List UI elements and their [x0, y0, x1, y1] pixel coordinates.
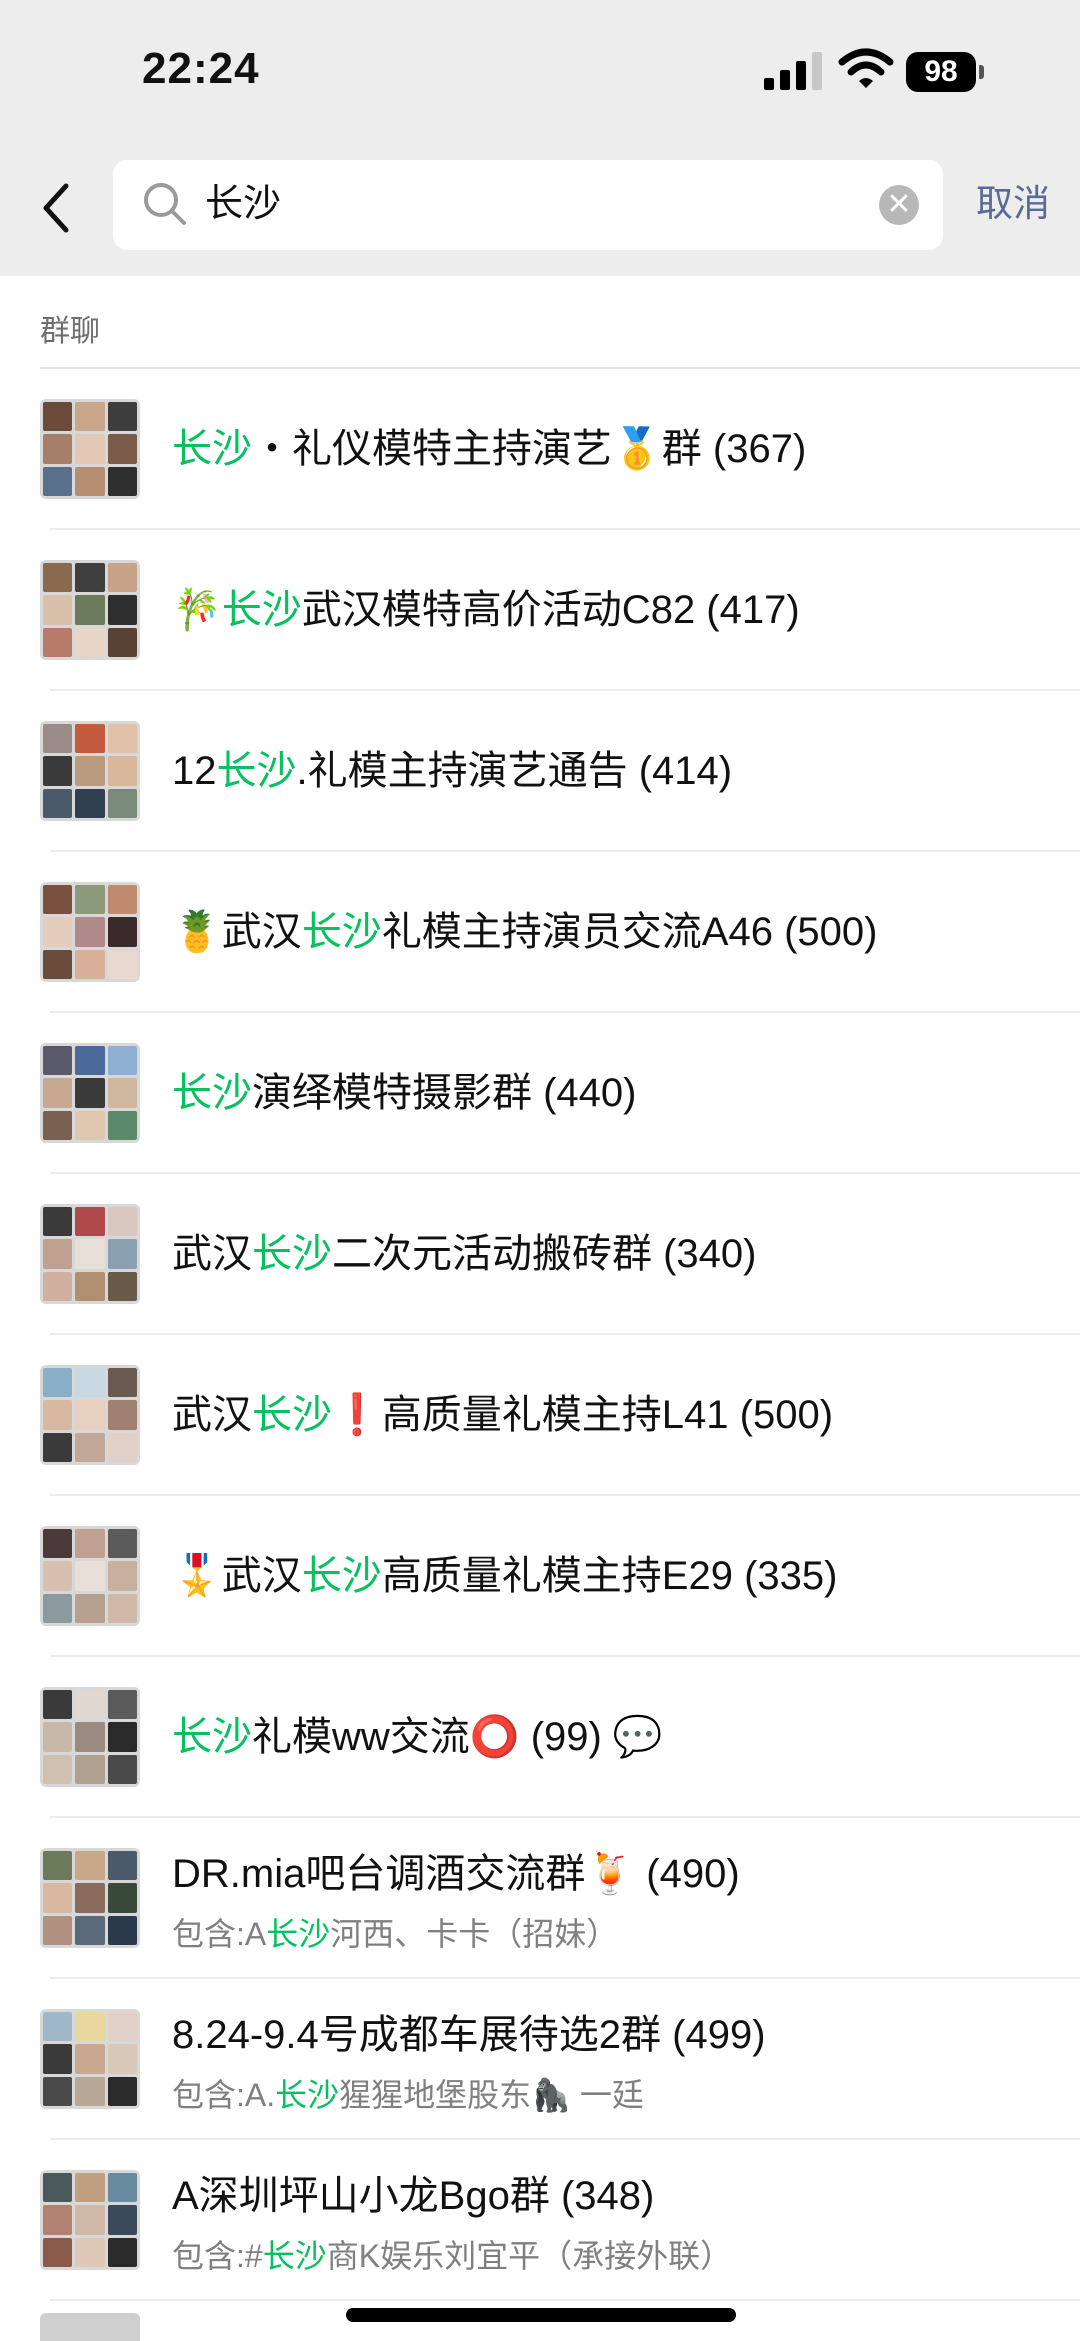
highlight-keyword: 长沙: [252, 1232, 332, 1276]
cellular-signal-icon: [764, 52, 822, 90]
group-title: 12长沙.礼模主持演艺通告 (414): [172, 749, 733, 793]
status-bar: 22:24 98: [0, 0, 1080, 150]
group-avatar: [40, 1043, 140, 1143]
group-title: 8.24-9.4号成都车展待选2群 (499): [172, 2013, 766, 2057]
group-avatar: [40, 2009, 140, 2109]
group-chat-result[interactable]: 长沙・礼仪模特主持演艺🥇群 (367): [0, 369, 1080, 530]
top-area: 22:24 98 长沙 ✕ 取消: [0, 0, 1080, 276]
group-title: 🎖️武汉长沙高质量礼模主持E29 (335): [172, 1554, 838, 1598]
highlight-keyword: 长沙: [266, 1916, 331, 1952]
group-title: 🎋长沙武汉模特高价活动C82 (417): [172, 588, 800, 632]
clear-search-icon[interactable]: ✕: [879, 185, 919, 225]
group-avatar: [40, 1365, 140, 1465]
group-chat-result[interactable]: 🎖️武汉长沙高质量礼模主持E29 (335): [0, 1496, 1080, 1657]
group-avatar: [40, 1848, 140, 1948]
home-indicator[interactable]: [346, 2308, 736, 2322]
group-title: A深圳坪山小龙Bgo群 (348): [172, 2174, 655, 2218]
highlight-keyword: 长沙: [172, 427, 252, 471]
group-chat-result[interactable]: 🍍武汉长沙礼模主持演员交流A46 (500): [0, 852, 1080, 1013]
group-chat-result[interactable]: 武汉长沙二次元活动搬砖群 (340): [0, 1174, 1080, 1335]
group-member-match: 包含:#长沙商K娱乐刘宜平（承接外联）: [172, 2238, 733, 2274]
search-input-field[interactable]: 长沙 ✕: [113, 160, 943, 250]
search-bar-row: 长沙 ✕ 取消: [0, 150, 1080, 276]
group-avatar: [40, 560, 140, 660]
highlight-keyword: 长沙: [172, 1715, 252, 1759]
group-title: 长沙演绎模特摄影群 (440): [172, 1071, 637, 1115]
group-title: DR.mia吧台调酒交流群🍹 (490): [172, 1852, 740, 1896]
group-avatar: [40, 2170, 140, 2270]
group-avatar: [40, 2313, 140, 2341]
group-member-match: 包含:A长沙河西、卡卡（招妹）: [172, 1916, 619, 1952]
search-input[interactable]: 长沙: [205, 178, 281, 230]
group-avatar: [40, 1526, 140, 1626]
group-avatar: [40, 399, 140, 499]
battery-icon: 98: [906, 52, 986, 92]
group-chat-result[interactable]: 🎋长沙武汉模特高价活动C82 (417): [0, 530, 1080, 691]
group-title: 武汉长沙二次元活动搬砖群 (340): [172, 1232, 757, 1276]
highlight-keyword: 长沙: [301, 910, 382, 954]
group-avatar: [40, 882, 140, 982]
highlight-keyword: 长沙: [252, 1393, 332, 1437]
group-title: 长沙・礼仪模特主持演艺🥇群 (367): [172, 427, 807, 471]
highlight-keyword: 长沙: [221, 588, 302, 632]
battery-tip: [979, 65, 984, 79]
search-icon: [144, 183, 186, 225]
highlight-keyword: 长沙: [216, 749, 297, 793]
highlight-keyword: 长沙: [301, 1554, 382, 1598]
highlight-keyword: 长沙: [172, 1071, 252, 1115]
group-chat-result[interactable]: 8.24-9.4号成都车展待选2群 (499) 包含:A.长沙猩猩地堡股东🦍 一…: [0, 1979, 1080, 2140]
back-chevron-icon[interactable]: [36, 178, 80, 238]
group-avatar: [40, 1687, 140, 1787]
group-chat-result[interactable]: A深圳坪山小龙Bgo群 (348) 包含:#长沙商K娱乐刘宜平（承接外联）: [0, 2140, 1080, 2301]
group-avatar: [40, 1204, 140, 1304]
group-chat-result[interactable]: 武汉长沙❗高质量礼模主持L41 (500): [0, 1335, 1080, 1496]
battery-level: 98: [906, 52, 976, 92]
group-chat-results-list: 长沙・礼仪模特主持演艺🥇群 (367) 🎋长沙武汉模特高价活动C82 (417)…: [0, 369, 1080, 2301]
group-chat-result[interactable]: 长沙礼模ww交流⭕ (99) 💬: [0, 1657, 1080, 1818]
group-title: 武汉长沙❗高质量礼模主持L41 (500): [172, 1393, 834, 1437]
cancel-button[interactable]: 取消: [976, 178, 1050, 230]
group-member-match: 包含:A.长沙猩猩地堡股东🦍 一廷: [172, 2077, 644, 2113]
highlight-keyword: 长沙: [262, 2238, 327, 2274]
highlight-keyword: 长沙: [275, 2077, 340, 2113]
group-title: 长沙礼模ww交流⭕ (99) 💬: [172, 1715, 663, 1759]
section-header-group-chats: 群聊: [40, 315, 100, 348]
wifi-icon: [838, 48, 894, 88]
group-title: 🍍武汉长沙礼模主持演员交流A46 (500): [172, 910, 878, 954]
group-chat-result[interactable]: 长沙演绎模特摄影群 (440): [0, 1013, 1080, 1174]
status-time: 22:24: [142, 44, 260, 93]
group-avatar: [40, 721, 140, 821]
group-chat-result[interactable]: 12长沙.礼模主持演艺通告 (414): [0, 691, 1080, 852]
group-chat-result[interactable]: DR.mia吧台调酒交流群🍹 (490) 包含:A长沙河西、卡卡（招妹）: [0, 1818, 1080, 1979]
